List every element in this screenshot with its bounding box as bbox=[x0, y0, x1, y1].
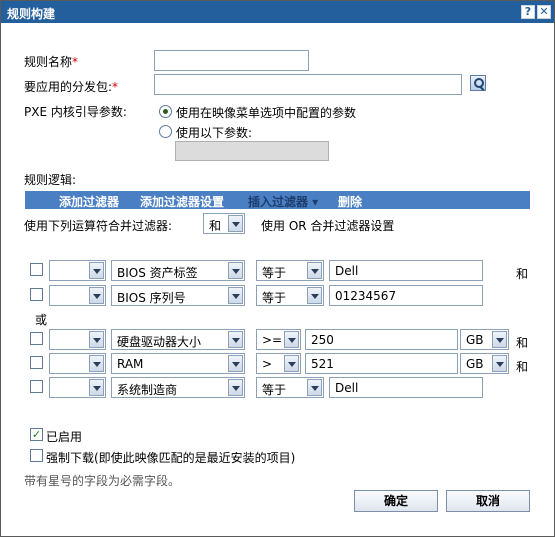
pxe-custom-radio[interactable] bbox=[159, 125, 172, 138]
force-download-checkbox[interactable] bbox=[30, 449, 43, 462]
filter-field-value: 硬盘驱动器大小 bbox=[117, 335, 202, 349]
filter-unit-value: GB bbox=[466, 333, 484, 347]
filter-row-checkbox[interactable] bbox=[30, 380, 43, 393]
filter-operator-value: 等于 bbox=[262, 291, 287, 305]
delete-button[interactable]: 删除 bbox=[338, 193, 362, 210]
filter-connector: 和 bbox=[516, 336, 529, 350]
filter-field-value: BIOS 资产标签 bbox=[117, 266, 198, 280]
dialog-title: 规则构建 bbox=[7, 7, 56, 21]
filter-value-input[interactable]: Dell bbox=[329, 260, 483, 281]
filter-connector: 和 bbox=[516, 267, 529, 281]
filter-field-select[interactable]: RAM bbox=[111, 353, 245, 374]
enabled-checkbox[interactable]: ✓ bbox=[30, 428, 43, 441]
filter-unit-value: GB bbox=[466, 357, 484, 371]
pxe-menu-radio[interactable] bbox=[159, 105, 172, 118]
chevron-down-icon bbox=[284, 355, 299, 372]
filter-value-input[interactable]: Dell bbox=[329, 377, 483, 398]
filter-operator-select[interactable]: >= bbox=[256, 329, 301, 350]
filter-toolbar: 添加过滤器 添加过滤器设置 插入过滤器 ▾ 删除 bbox=[25, 191, 530, 209]
filter-field-select[interactable]: BIOS 序列号 bbox=[111, 285, 245, 306]
rule-name-input[interactable] bbox=[154, 50, 309, 71]
chevron-down-icon bbox=[228, 287, 243, 304]
cancel-button[interactable]: 取消 bbox=[446, 490, 530, 512]
filter-prefix-select[interactable] bbox=[49, 353, 106, 374]
chevron-down-icon bbox=[307, 287, 322, 304]
filter-field-value: 系统制造商 bbox=[117, 383, 178, 397]
chevron-down-icon bbox=[228, 262, 243, 279]
filter-operator-value: 等于 bbox=[262, 266, 287, 280]
required-fields-note: 带有星号的字段为必需字段。 bbox=[24, 474, 181, 488]
filter-operator-value: >= bbox=[262, 333, 283, 347]
search-icon[interactable] bbox=[470, 75, 486, 91]
filter-value-input[interactable]: 250 bbox=[305, 329, 458, 350]
force-download-label: 强制下载(即使此映像匹配的是最近安装的项目) bbox=[46, 451, 296, 465]
filter-field-select[interactable]: 系统制造商 bbox=[111, 377, 245, 398]
rule-builder-dialog: 规则构建 ? ✕ 规则名称* 要应用的分发包:* PXE 内核引导参数: 使用在… bbox=[0, 0, 555, 537]
pxe-menu-option-label: 使用在映像菜单选项中配置的参数 bbox=[176, 106, 357, 120]
combine-sets-label: 使用 OR 合并过滤器设置 bbox=[261, 219, 395, 233]
title-bar: 规则构建 ? ✕ bbox=[1, 1, 554, 23]
rule-logic-label: 规则逻辑: bbox=[24, 173, 77, 187]
filter-unit-select[interactable]: GB bbox=[460, 353, 509, 374]
filter-unit-select[interactable]: GB bbox=[460, 329, 509, 350]
filter-row-checkbox[interactable] bbox=[30, 263, 43, 276]
enabled-label: 已启用 bbox=[46, 430, 83, 444]
or-separator: 或 bbox=[35, 313, 48, 327]
filter-row-checkbox[interactable] bbox=[30, 356, 43, 369]
filter-operator-value: > bbox=[262, 357, 273, 371]
filter-field-value: RAM bbox=[117, 357, 144, 371]
ok-button[interactable]: 确定 bbox=[354, 490, 438, 512]
filter-operator-value: 等于 bbox=[262, 383, 287, 397]
pxe-custom-input[interactable] bbox=[175, 141, 329, 161]
chevron-down-icon bbox=[89, 379, 104, 396]
required-mark: * bbox=[72, 55, 79, 69]
chevron-down-icon bbox=[284, 331, 299, 348]
chevron-down-icon bbox=[228, 379, 243, 396]
combine-operator-label: 使用下列运算符合并过滤器: bbox=[24, 219, 173, 233]
filter-prefix-select[interactable] bbox=[49, 329, 106, 350]
filter-operator-select[interactable]: 等于 bbox=[256, 260, 324, 281]
bundle-input[interactable] bbox=[154, 74, 462, 95]
filter-row-checkbox[interactable] bbox=[30, 288, 43, 301]
filter-field-value: BIOS 序列号 bbox=[117, 291, 186, 305]
filter-prefix-select[interactable] bbox=[49, 285, 106, 306]
chevron-down-icon bbox=[228, 215, 243, 232]
help-button[interactable]: ? bbox=[521, 5, 535, 19]
add-filter-set-button[interactable]: 添加过滤器设置 bbox=[140, 193, 224, 210]
filter-field-select[interactable]: BIOS 资产标签 bbox=[111, 260, 245, 281]
pxe-custom-option-label: 使用以下参数: bbox=[176, 126, 253, 140]
filter-prefix-select[interactable] bbox=[49, 377, 106, 398]
filter-prefix-select[interactable] bbox=[49, 260, 106, 281]
chevron-down-icon bbox=[228, 355, 243, 372]
filter-row-checkbox[interactable] bbox=[30, 332, 43, 345]
chevron-down-icon bbox=[228, 331, 243, 348]
add-filter-button[interactable]: 添加过滤器 bbox=[59, 193, 119, 210]
filter-value-input[interactable]: 521 bbox=[305, 353, 458, 374]
chevron-down-icon bbox=[492, 331, 507, 348]
combine-operator-value: 和 bbox=[209, 219, 222, 233]
chevron-down-icon bbox=[307, 379, 322, 396]
filter-field-select[interactable]: 硬盘驱动器大小 bbox=[111, 329, 245, 350]
rule-name-label: 规则名称* bbox=[24, 53, 78, 70]
chevron-down-icon bbox=[89, 262, 104, 279]
combine-operator-select[interactable]: 和 bbox=[203, 213, 245, 234]
chevron-down-icon bbox=[89, 331, 104, 348]
close-button[interactable]: ✕ bbox=[537, 5, 551, 19]
bundle-label: 要应用的分发包:* bbox=[24, 78, 118, 95]
bundle-label-text: 要应用的分发包: bbox=[24, 80, 113, 94]
filter-value-input[interactable]: 01234567 bbox=[329, 285, 483, 306]
chevron-down-icon bbox=[492, 355, 507, 372]
pxe-label: PXE 内核引导参数: bbox=[24, 105, 127, 119]
rule-name-label-text: 规则名称 bbox=[24, 55, 73, 69]
filter-connector: 和 bbox=[516, 360, 529, 374]
required-mark: * bbox=[112, 80, 119, 94]
filter-operator-select[interactable]: 等于 bbox=[256, 377, 324, 398]
insert-filter-menu[interactable]: 插入过滤器 ▾ bbox=[248, 193, 318, 210]
filter-operator-select[interactable]: > bbox=[256, 353, 301, 374]
chevron-down-icon bbox=[89, 355, 104, 372]
chevron-down-icon bbox=[89, 287, 104, 304]
chevron-down-icon bbox=[307, 262, 322, 279]
filter-operator-select[interactable]: 等于 bbox=[256, 285, 324, 306]
